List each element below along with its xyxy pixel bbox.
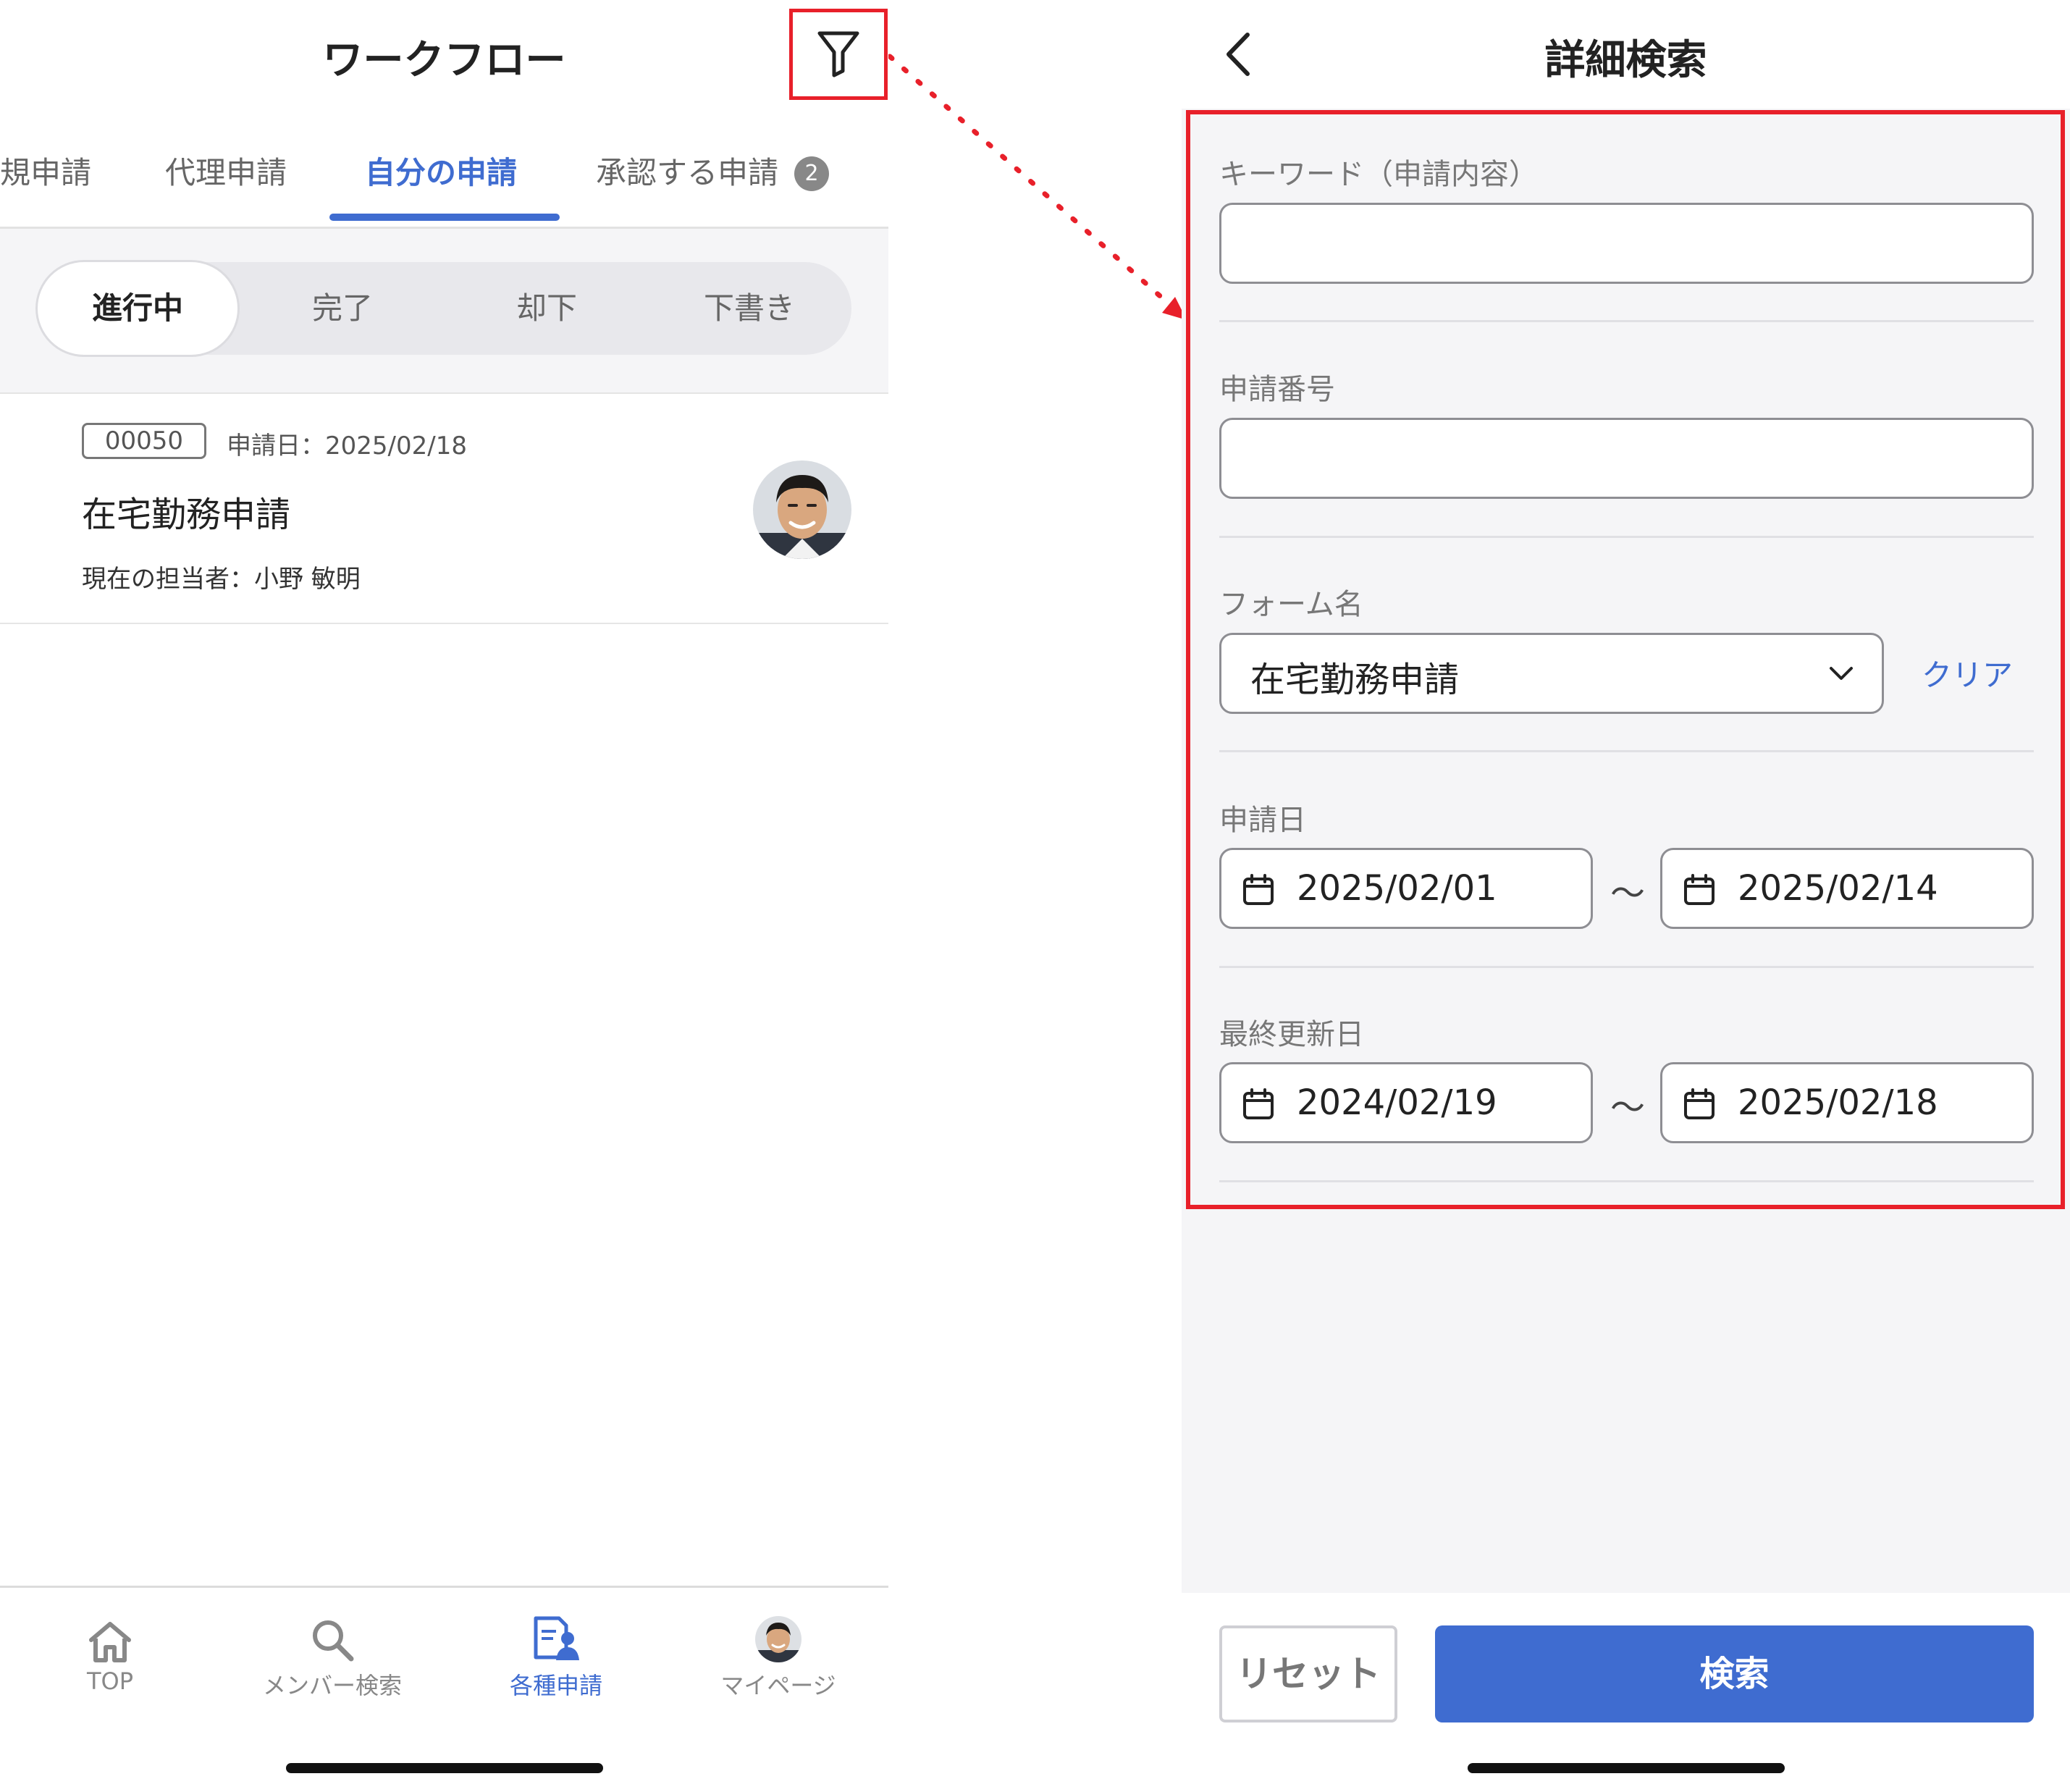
apply-date: 申請日：2025/02/18 bbox=[227, 432, 467, 460]
nav-label: 各種申請 bbox=[509, 1672, 602, 1699]
request-card[interactable]: 00050 申請日：2025/02/18 在宅勤務申請 現在の担当者：小野 敏明 bbox=[0, 394, 888, 624]
nav-top[interactable]: TOP bbox=[1, 1611, 219, 1695]
avatar bbox=[753, 460, 851, 559]
page-title: 詳細検索 bbox=[1544, 37, 1707, 84]
home-indicator bbox=[286, 1763, 603, 1773]
count-badge: 2 bbox=[794, 156, 830, 191]
status-filter-area: 進行中 完了 却下 下書き bbox=[0, 229, 888, 394]
segment-draft[interactable]: 下書き bbox=[649, 262, 849, 355]
request-tabs: 規申請 代理申請 自分の申請 承認する申請 2 bbox=[0, 134, 888, 228]
advanced-search-screen: 詳細検索 キーワード（申請内容） 申請番号 フォーム名 在宅勤務申請 クリア 申… bbox=[1182, 0, 2070, 1792]
segment-in-progress[interactable]: 進行中 bbox=[38, 262, 237, 355]
tab-new-request[interactable]: 規申請 bbox=[0, 148, 91, 193]
page-title: ワークフロー bbox=[322, 37, 566, 84]
segment-rejected[interactable]: 却下 bbox=[447, 262, 647, 355]
home-indicator bbox=[1468, 1763, 1785, 1773]
tab-approval-requests[interactable]: 承認する申請 2 bbox=[596, 148, 830, 193]
nav-mypage[interactable]: マイページ bbox=[670, 1611, 887, 1701]
tab-label: 承認する申請 bbox=[596, 155, 779, 190]
search-button[interactable]: 検索 bbox=[1435, 1625, 2034, 1722]
nav-label: TOP bbox=[86, 1667, 134, 1695]
home-icon bbox=[89, 1622, 131, 1662]
active-tab-indicator bbox=[329, 214, 560, 221]
request-number-badge: 00050 bbox=[82, 423, 206, 459]
request-title: 在宅勤務申請 bbox=[82, 495, 291, 535]
tab-my-requests[interactable]: 自分の申請 bbox=[365, 148, 517, 193]
avatar-icon bbox=[755, 1616, 802, 1662]
reset-button[interactable]: リセット bbox=[1219, 1625, 1397, 1722]
filter-icon bbox=[817, 31, 859, 77]
highlight-frame bbox=[1186, 110, 2065, 1209]
application-form-icon bbox=[534, 1616, 579, 1660]
current-assignee: 現在の担当者：小野 敏明 bbox=[82, 565, 361, 594]
tab-proxy-request[interactable]: 代理申請 bbox=[165, 148, 287, 193]
bottom-navigation: TOP メンバー検索 各種申請 マイページ bbox=[0, 1586, 888, 1792]
nav-member-search[interactable]: メンバー検索 bbox=[224, 1611, 441, 1701]
segment-completed[interactable]: 完了 bbox=[243, 262, 442, 355]
filter-button[interactable] bbox=[789, 9, 888, 100]
nav-applications[interactable]: 各種申請 bbox=[447, 1611, 665, 1701]
dotted-arrow bbox=[888, 54, 1187, 320]
workflow-screen: ワークフロー 規申請 代理申請 自分の申請 承認する申請 2 進行中 完了 却下 … bbox=[0, 0, 888, 1792]
nav-label: マイページ bbox=[720, 1672, 836, 1699]
status-segmented-control: 進行中 完了 却下 下書き bbox=[38, 262, 851, 355]
nav-label: メンバー検索 bbox=[262, 1672, 402, 1699]
search-icon bbox=[313, 1620, 354, 1662]
